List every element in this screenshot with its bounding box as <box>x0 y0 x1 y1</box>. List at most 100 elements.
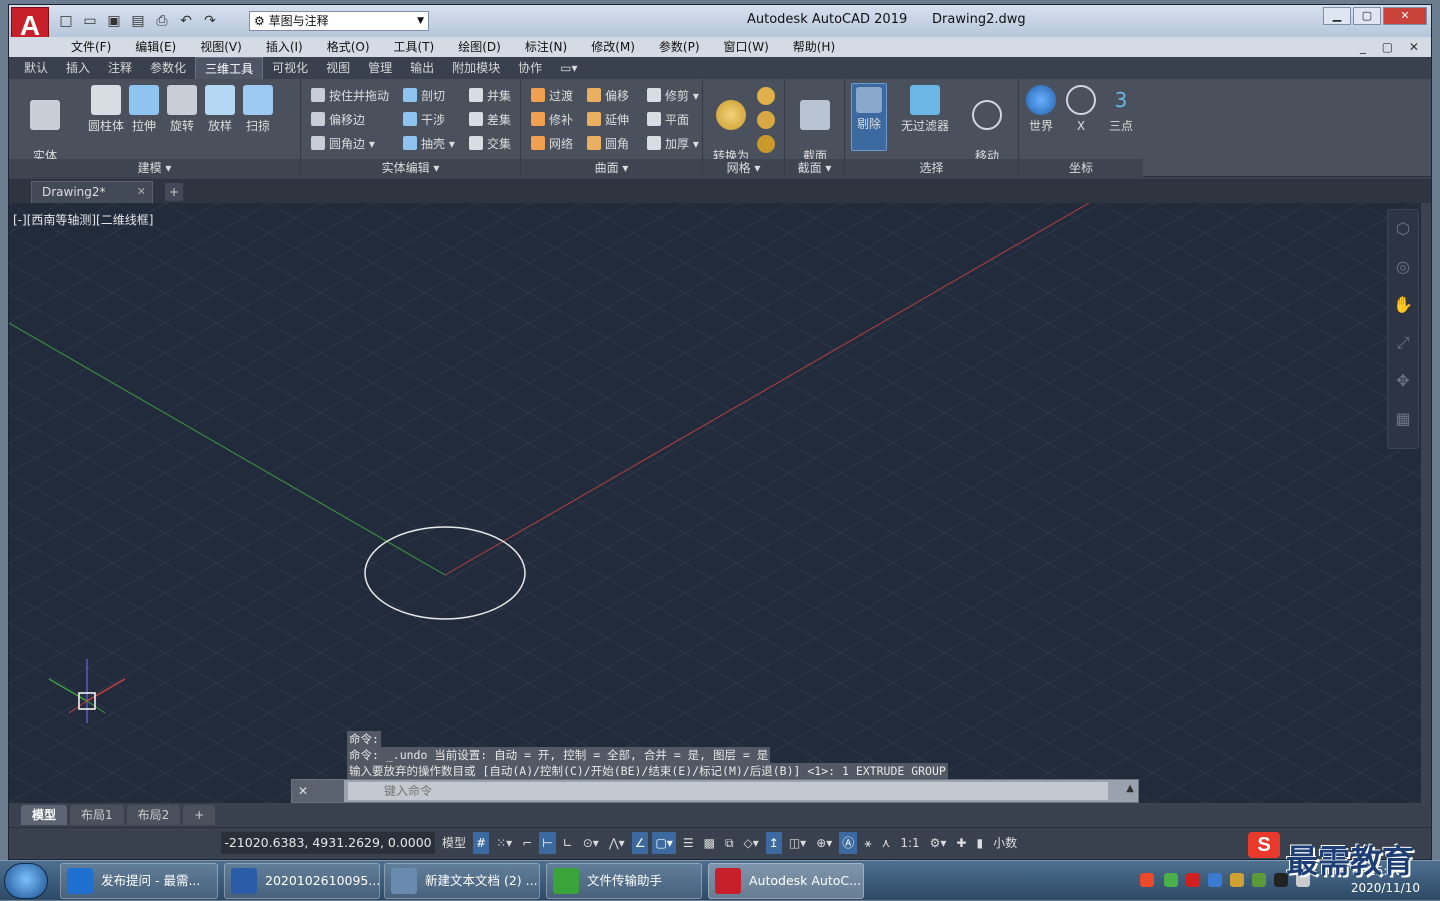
ribbon-tab-5[interactable]: 可视化 <box>263 57 317 79</box>
close-button[interactable]: ✕ <box>1383 7 1427 25</box>
taskbar-button-1[interactable]: 2020102610095... <box>224 863 380 899</box>
snap-toggle-icon[interactable]: ⁙▾ <box>493 832 515 854</box>
wechat-tray-icon[interactable] <box>1164 873 1178 887</box>
isodraft-icon[interactable]: ⋀▾ <box>606 832 628 854</box>
annotation-visibility-icon[interactable]: Ⓐ <box>839 832 858 854</box>
gizmo-toggle-icon[interactable]: ⊕▾ <box>813 832 835 854</box>
mesh-refine-icon[interactable] <box>757 111 775 129</box>
solid_edit-item-3[interactable]: 偏移边 <box>311 109 365 131</box>
selection-filter-icon[interactable]: ◫▾ <box>786 832 809 854</box>
print-icon[interactable]: ⎙ <box>151 11 173 31</box>
panel-title-solid-edit[interactable]: 实体编辑 ▾ <box>301 159 520 177</box>
ime-icon[interactable] <box>1140 873 1154 887</box>
orbit-icon[interactable]: ✥ <box>1388 362 1418 400</box>
grid-toggle-icon[interactable]: # <box>473 832 490 854</box>
dynamic-input-icon[interactable]: ⊢ <box>539 832 556 854</box>
weibo-tray-icon[interactable] <box>1186 873 1200 887</box>
new-layout-button[interactable]: + <box>183 805 216 825</box>
ribbon-tab-6[interactable]: 视图 <box>317 57 359 79</box>
command-line-tools[interactable]: ✕ 🔧 <box>292 780 344 802</box>
surface-item-2[interactable]: 修剪 ▾ <box>647 85 699 107</box>
menu-item-2[interactable]: 视图(V) <box>188 37 254 57</box>
surface-item-5[interactable]: 平面 <box>647 109 689 131</box>
selection-cycling-icon[interactable]: ⧉ <box>722 832 737 854</box>
solid_edit-item-2[interactable]: 并集 <box>469 85 511 107</box>
menu-item-5[interactable]: 工具(T) <box>382 37 447 57</box>
undo-icon[interactable]: ↶ <box>175 11 197 31</box>
layout-tab-0[interactable]: 模型 <box>21 805 68 825</box>
ribbon-tab-3[interactable]: 参数化 <box>141 57 195 79</box>
dynamic-ucs-icon[interactable]: ↥ <box>765 832 782 854</box>
command-input[interactable] <box>348 782 1108 800</box>
workspace-select[interactable]: ⚙ 草图与注释 ▼ <box>249 11 429 31</box>
pan-hand-icon[interactable]: ✋ <box>1388 286 1418 324</box>
save-icon[interactable]: ▣ <box>103 11 125 31</box>
transparency-icon[interactable]: ▩ <box>701 832 718 854</box>
menu-item-7[interactable]: 标注(N) <box>513 37 579 57</box>
solid_edit-item-8[interactable]: 交集 <box>469 133 511 155</box>
ucs-world-button[interactable]: 世界 <box>1023 85 1059 134</box>
taskbar-button-0[interactable]: 发布提问 - 最需... <box>60 863 218 899</box>
solid_edit-item-7[interactable]: 抽壳 ▾ <box>403 133 455 155</box>
volume-icon[interactable] <box>1296 873 1310 887</box>
menu-item-0[interactable]: 文件(F) <box>59 37 123 57</box>
menu-item-1[interactable]: 编辑(E) <box>123 37 188 57</box>
ortho-icon[interactable]: ∟ <box>560 832 576 854</box>
shield-icon[interactable] <box>1208 873 1222 887</box>
modeling-button-0[interactable]: 圆柱体 <box>87 85 125 134</box>
ribbon-tab-4[interactable]: 三维工具 <box>195 57 264 79</box>
panel-title-modeling[interactable]: 建模 ▾ <box>9 159 300 177</box>
panel-title-section[interactable]: 截面 ▾ <box>785 159 844 177</box>
mdi-controls[interactable]: _ ▢ ✕ <box>1360 37 1425 57</box>
mesh-smooth-icon[interactable] <box>757 87 775 105</box>
save-as-icon[interactable]: ▤ <box>127 11 149 31</box>
ribbon-tab-10[interactable]: 协作 <box>509 57 551 79</box>
doc-tab-drawing2[interactable]: Drawing2* ✕ <box>31 181 153 203</box>
units-icon[interactable]: ▮ <box>973 832 986 854</box>
no-filter-button[interactable]: 无过滤器 <box>899 85 951 134</box>
osnap-tracking-icon[interactable]: ∠ <box>631 832 649 854</box>
modeling-button-1[interactable]: 拉伸 <box>125 85 163 134</box>
mesh-crease-icon[interactable] <box>757 135 775 153</box>
modeling-button-2[interactable]: 旋转 <box>163 85 201 134</box>
cull-button[interactable]: 剔除 <box>851 83 887 151</box>
layout-tab-2[interactable]: 布局2 <box>126 805 181 825</box>
ribbon-tab-7[interactable]: 管理 <box>359 57 401 79</box>
workspace-gear-icon[interactable]: ⚙▾ <box>927 832 950 854</box>
menu-item-10[interactable]: 窗口(W) <box>712 37 781 57</box>
nvidia-icon[interactable] <box>1252 873 1266 887</box>
redo-icon[interactable]: ↷ <box>199 11 221 31</box>
ribbon-tab-1[interactable]: 插入 <box>57 57 99 79</box>
chevron-up-icon[interactable]: ▲ <box>1126 783 1134 794</box>
surface-item-8[interactable]: 加厚 ▾ <box>647 133 699 155</box>
coordinates-readout[interactable]: -21020.6383, 4931.2629, 0.0000 <box>221 832 435 854</box>
solid_edit-item-1[interactable]: 剖切 <box>403 85 445 107</box>
ribbon-tab-2[interactable]: 注释 <box>99 57 141 79</box>
maximize-button[interactable]: ▢ <box>1353 7 1381 25</box>
minimize-button[interactable]: ▁ <box>1323 7 1351 25</box>
ucs-3point-button[interactable]: 3 三点 <box>1103 85 1139 134</box>
infer-icon[interactable]: ⌐ <box>519 832 535 854</box>
ribbon-tab-9[interactable]: 附加模块 <box>443 57 509 79</box>
menu-item-9[interactable]: 参数(P) <box>647 37 712 57</box>
qq-icon[interactable] <box>1274 873 1288 887</box>
menu-item-8[interactable]: 修改(M) <box>579 37 647 57</box>
surface-item-0[interactable]: 过渡 <box>531 85 573 107</box>
3d-osnap-icon[interactable]: ◇▾ <box>741 832 762 854</box>
annomonitor-icon[interactable]: ✚ <box>953 832 969 854</box>
network-icon[interactable] <box>1230 873 1244 887</box>
new-tab-button[interactable]: + <box>165 183 183 201</box>
ucs-x-button[interactable]: X <box>1063 85 1099 134</box>
lineweight-icon[interactable]: ☰ <box>680 832 697 854</box>
drawing-viewport[interactable]: [-][西南等轴测][二维线框] ⬡ ◎ ✋ ⤢ ✥ ▦ 命令: 命令: _.un… <box>9 203 1421 803</box>
menu-item-11[interactable]: 帮助(H) <box>781 37 847 57</box>
viewport-label[interactable]: [-][西南等轴测][二维线框] <box>13 211 153 228</box>
surface-item-3[interactable]: 修补 <box>531 109 573 131</box>
modeling-button-4[interactable]: 扫掠 <box>239 85 277 134</box>
polar-icon[interactable]: ⊙▾ <box>580 832 602 854</box>
steering-wheel-icon[interactable]: ◎ <box>1388 248 1418 286</box>
ribbon-options-icon[interactable]: ▭▾ <box>551 57 586 79</box>
start-button[interactable] <box>4 863 48 899</box>
panel-title-mesh[interactable]: 网格 ▾ <box>703 159 784 177</box>
solid_edit-item-5[interactable]: 差集 <box>469 109 511 131</box>
